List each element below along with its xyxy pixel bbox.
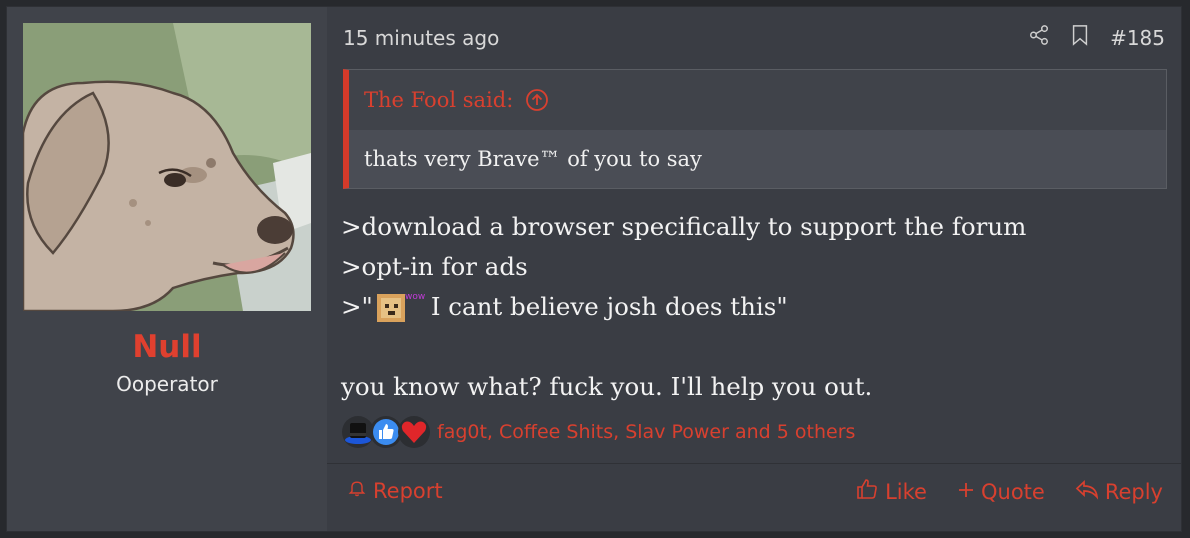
reply-icon bbox=[1075, 478, 1099, 505]
bell-icon bbox=[347, 477, 367, 504]
post-content: 15 minutes ago #185 The Fool said: thats… bbox=[327, 7, 1181, 531]
quote-button[interactable]: Quote bbox=[957, 480, 1045, 504]
username[interactable]: Null bbox=[7, 329, 327, 365]
like-label: Like bbox=[885, 479, 927, 504]
post-timestamp[interactable]: 15 minutes ago bbox=[343, 26, 499, 50]
post-number[interactable]: #185 bbox=[1110, 26, 1165, 50]
avatar[interactable] bbox=[23, 23, 311, 311]
plus-icon bbox=[957, 480, 975, 504]
reactions-bar[interactable]: fag0t, Coffee Shits, Slav Power and 5 ot… bbox=[341, 415, 855, 449]
user-title: Ooperator bbox=[116, 372, 218, 396]
quote-text: thats very Brave™ of you to say bbox=[349, 130, 1166, 188]
like-button[interactable]: Like bbox=[855, 477, 927, 506]
user-info-panel: Null Ooperator bbox=[7, 7, 327, 531]
doge-emoji: wow bbox=[375, 290, 425, 324]
reply-label: Reply bbox=[1104, 479, 1163, 504]
body-line: you know what? fuck you. I'll help you o… bbox=[341, 372, 873, 401]
reaction-users-link[interactable]: fag0t, Coffee Shits, Slav Power and 5 ot… bbox=[437, 421, 855, 443]
quote-author[interactable]: The Fool said: bbox=[364, 88, 513, 112]
reply-button[interactable]: Reply bbox=[1075, 478, 1163, 505]
post-body: >download a browser specifically to supp… bbox=[341, 207, 1026, 407]
share-icon[interactable] bbox=[1028, 24, 1050, 51]
body-line: >opt-in for ads bbox=[341, 252, 528, 281]
body-line-prefix: >" bbox=[341, 292, 373, 321]
body-line-suffix: I cant believe josh does this" bbox=[430, 292, 788, 321]
post-footer-divider bbox=[327, 463, 1181, 464]
reaction-icons bbox=[341, 415, 430, 449]
body-line: >" wow I cant believe josh does this" bbox=[341, 287, 1026, 327]
heart-icon bbox=[397, 415, 431, 449]
quote-header: The Fool said: bbox=[349, 70, 1166, 130]
post-actions-left: Report bbox=[347, 477, 443, 504]
bookmark-icon[interactable] bbox=[1070, 24, 1090, 51]
arrow-up-circle-icon[interactable] bbox=[525, 88, 549, 112]
doge-wow-text: wow bbox=[405, 292, 425, 302]
thumbs-up-outline-icon bbox=[855, 477, 879, 506]
dog-avatar-image bbox=[23, 23, 311, 311]
forum-post: Null Ooperator 15 minutes ago #185 The F… bbox=[6, 6, 1182, 532]
quote-block: The Fool said: thats very Brave™ of you … bbox=[343, 69, 1167, 189]
quote-label: Quote bbox=[980, 479, 1045, 504]
post-actions-right: Like Quote Reply bbox=[855, 477, 1163, 506]
post-meta-actions: #185 bbox=[1028, 24, 1165, 51]
report-label: Report bbox=[373, 478, 443, 503]
report-button[interactable]: Report bbox=[347, 477, 443, 504]
body-line: >download a browser specifically to supp… bbox=[341, 212, 1027, 241]
